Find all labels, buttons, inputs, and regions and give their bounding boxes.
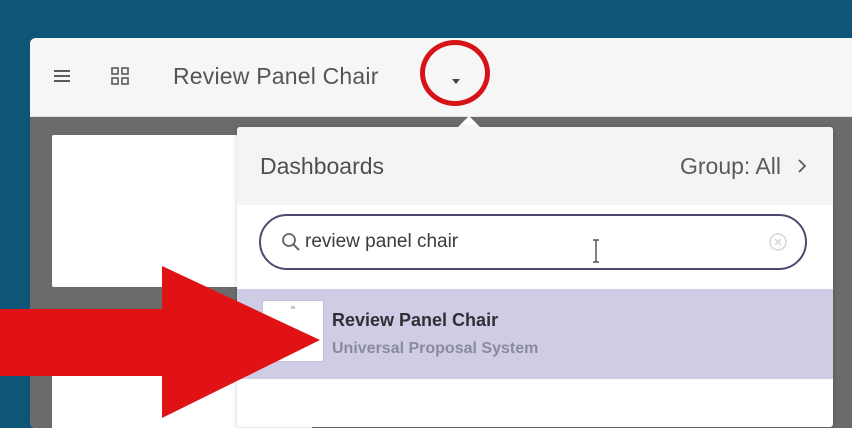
dashboard-result-subtitle: Universal Proposal System [332, 340, 539, 357]
group-filter-label: Group: All [680, 152, 781, 179]
dashboard-search-input[interactable] [305, 227, 745, 257]
dashboard-result-title: Review Panel Chair [332, 310, 499, 330]
search-icon [280, 231, 302, 253]
dashboard-title[interactable]: Review Panel Chair [173, 63, 379, 90]
dashboard-search-section [237, 205, 833, 289]
dashboard-result-item[interactable]: Review Panel Chair Universal Proposal Sy… [237, 289, 833, 379]
dashboards-dropdown: Dashboards Group: All review panel chair… [237, 127, 833, 427]
chevron-right-icon [797, 158, 807, 174]
grid-apps-icon[interactable] [111, 67, 129, 85]
dropdown-header: Dashboards Group: All [237, 127, 833, 206]
text-cursor-icon [592, 238, 600, 264]
red-highlight-circle-annotation [420, 40, 490, 106]
red-arrow-annotation [0, 266, 320, 418]
hamburger-menu-icon[interactable] [54, 69, 70, 83]
dashboard-search-box[interactable] [259, 214, 807, 270]
group-filter-button[interactable]: Group: All [680, 151, 807, 181]
dropdown-title: Dashboards [260, 153, 385, 179]
clear-circle-icon[interactable] [767, 231, 789, 253]
